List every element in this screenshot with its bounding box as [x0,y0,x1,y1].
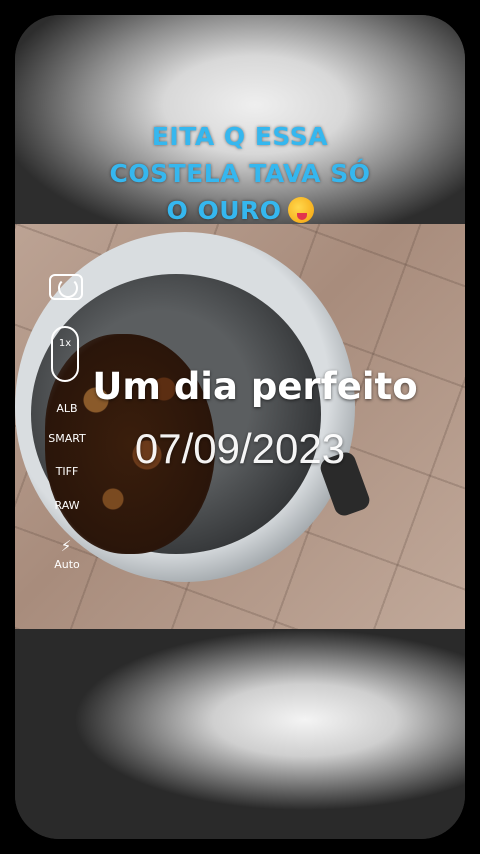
zoom-label: 1x [58,338,72,349]
bottom-blurred-background [15,630,465,839]
flash-mode-label[interactable]: Auto [34,558,100,571]
flash-icon[interactable]: ⚡ [60,538,72,554]
caption-line-2: COSTELA TAVA SÓ [109,159,371,188]
camera-option-raw[interactable]: RAW [34,499,100,512]
caption-line-1: EITA Q ESSA [151,122,329,151]
overlay-date: 07/09/2023 [134,425,346,472]
overlay-title: Um dia perfeito [92,365,418,408]
caption-banner: EITA Q ESSA COSTELA TAVA SÓ O OURO [0,118,480,229]
face-savoring-food-emoji [287,197,314,223]
caption-line-3: O OURO [166,196,282,225]
camera-switch-icon[interactable] [49,274,83,300]
